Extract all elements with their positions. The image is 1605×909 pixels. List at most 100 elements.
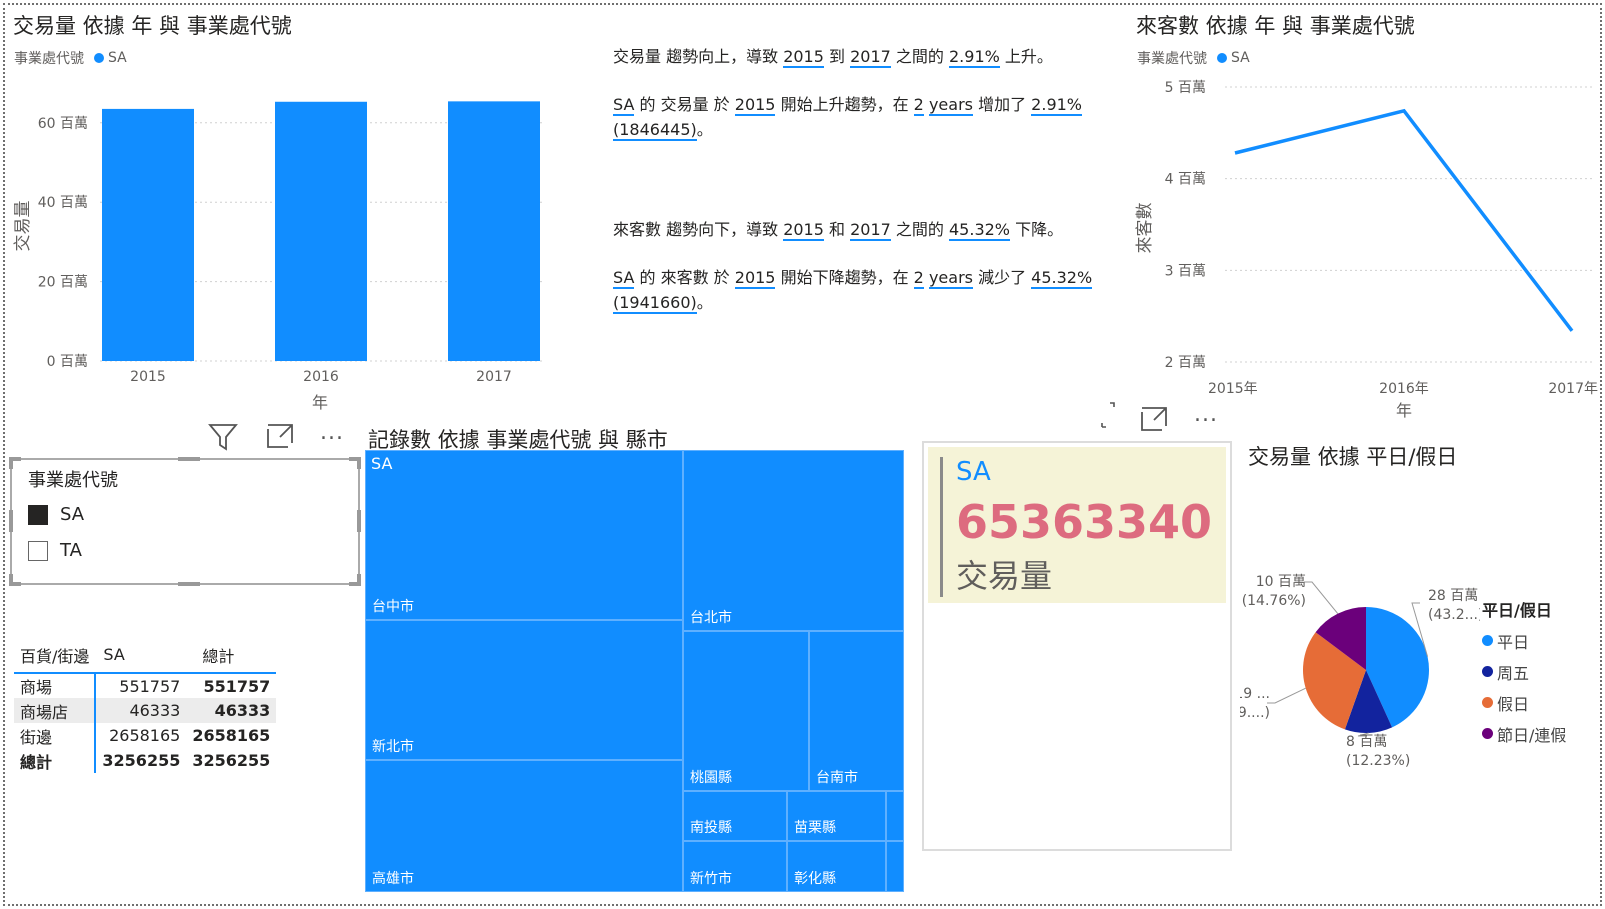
narrative-value: 2.91% xyxy=(1031,95,1082,116)
y-tick-label: 5 百萬 xyxy=(1165,80,1206,96)
row-label: 總計 xyxy=(14,748,97,773)
resize-handle[interactable] xyxy=(178,582,200,586)
slicer-item-ta[interactable]: TA xyxy=(28,540,82,561)
filter-icon[interactable] xyxy=(206,421,240,453)
x-tick-label: 2017年 xyxy=(1548,381,1598,397)
narrative-text: 下降。 xyxy=(1010,220,1064,239)
more-options-icon[interactable]: ... xyxy=(1194,402,1218,427)
slicer-item-label: TA xyxy=(60,540,82,561)
leader-line xyxy=(1267,687,1306,704)
table-row[interactable]: 商場店 46333 46333 xyxy=(14,698,277,723)
narrative-text: 增加了 xyxy=(972,95,1032,114)
y-axis-label: 來客數 xyxy=(1135,203,1155,254)
matrix-header[interactable]: 百貨/街邊 xyxy=(14,637,95,673)
resize-handle[interactable] xyxy=(9,457,13,469)
treemap-cell[interactable]: 新北市 xyxy=(365,620,683,760)
drill-icon[interactable] xyxy=(1098,400,1118,430)
focus-mode-icon[interactable] xyxy=(1138,404,1170,434)
table-row[interactable]: 街邊 2658165 2658165 xyxy=(14,723,276,748)
checkbox-checked-icon[interactable] xyxy=(28,504,48,525)
legend-dot xyxy=(94,53,104,63)
leader-line xyxy=(1304,581,1339,614)
narrative-value: 45.32% xyxy=(949,220,1011,241)
treemap-cell[interactable]: 台中市 xyxy=(365,450,683,620)
legend-item-festival[interactable]: 節日/連假 xyxy=(1482,718,1566,749)
row-label: 商場 xyxy=(14,672,97,698)
treemap-cell[interactable]: 苗栗縣 xyxy=(787,791,886,841)
legend-item-holiday[interactable]: 假日 xyxy=(1482,687,1566,718)
narrative-text: 減少了 xyxy=(972,268,1032,287)
line-chart-title: 來客數 依據 年 與 事業處代號 xyxy=(1136,14,1415,38)
narrative-p1: 交易量 趨勢向上，導致 2015 到 2017 之間的 2.91% 上升。 xyxy=(613,44,1113,69)
card-value: 65363340 xyxy=(956,495,1213,549)
treemap-cell[interactable]: 台南市 xyxy=(809,631,904,791)
legend-label: 事業處代號 xyxy=(14,51,84,67)
y-tick-label: 40 百萬 xyxy=(38,195,88,211)
cell-total: 2658165 xyxy=(192,726,271,745)
pie-data-pct: (43.2...) xyxy=(1428,607,1480,623)
resize-handle[interactable] xyxy=(357,457,361,469)
x-tick-label: 2015年 xyxy=(1208,381,1258,397)
table-row[interactable]: 商場 551757 551757 xyxy=(14,672,277,698)
narrative-p3: 來客數 趨勢向下，導致 2015 和 2017 之間的 45.32% 下降。 xyxy=(613,217,1113,242)
bar xyxy=(275,101,367,361)
x-tick-label: 2017 xyxy=(476,369,512,385)
legend-item-friday[interactable]: 周五 xyxy=(1482,656,1566,687)
narrative-text: 。 xyxy=(696,120,713,139)
row-label: 商場店 xyxy=(14,698,97,723)
more-options-icon[interactable]: ... xyxy=(320,420,344,445)
focus-mode-icon[interactable] xyxy=(264,421,296,451)
treemap-cell[interactable]: 桃園縣 xyxy=(683,631,809,791)
legend-item[interactable]: SA xyxy=(1231,50,1250,66)
treemap-cell[interactable]: 南投縣 xyxy=(683,791,787,841)
treemap: SA 台中市 新北市 高雄市 台北市 桃園縣 台南市 南投縣 苗栗縣 新竹市 彰… xyxy=(365,450,904,892)
resize-handle[interactable] xyxy=(357,510,361,532)
x-tick-label: 2016 xyxy=(303,369,339,385)
cell-sa: 2658165 xyxy=(109,726,181,745)
card-content: SA 65363340 交易量 xyxy=(928,447,1226,603)
legend-item-weekday[interactable]: 平日 xyxy=(1482,625,1566,656)
pie-legend: 平日/假日 平日 周五 假日 節日/連假 xyxy=(1482,597,1566,749)
y-tick-label: 20 百萬 xyxy=(38,275,88,291)
matrix-header[interactable]: SA xyxy=(95,637,186,673)
bar xyxy=(102,108,194,361)
bar-chart-legend: 事業處代號 SA xyxy=(14,48,127,68)
treemap-cell[interactable]: 台北市 xyxy=(683,450,904,631)
cell-sa: 551757 xyxy=(95,672,187,698)
narrative-text: 交易量 趨勢向上，導致 xyxy=(613,47,784,66)
cell-total: 46333 xyxy=(186,698,277,723)
checkbox-unchecked-icon[interactable] xyxy=(28,540,48,561)
narrative-text: 的 交易量 於 xyxy=(634,95,735,114)
narrative-text: 開始上升趨勢，在 xyxy=(775,95,914,114)
table-total-row[interactable]: 總計 3256255 3256255 xyxy=(14,748,276,773)
legend-item[interactable]: SA xyxy=(108,50,127,66)
matrix-table: 百貨/街邊 SA 總計 商場 551757 551757 商場店 46333 4… xyxy=(14,637,277,773)
kpi-card[interactable]: SA 65363340 交易量 xyxy=(922,441,1232,851)
narrative-value: 2015 xyxy=(734,95,776,116)
resize-handle[interactable] xyxy=(178,457,200,461)
narrative-value: years xyxy=(928,268,973,289)
resize-handle[interactable] xyxy=(9,510,13,532)
x-axis-label: 年 xyxy=(1396,401,1412,420)
treemap-cell[interactable]: 新竹市 xyxy=(683,841,787,892)
y-tick-label: 3 百萬 xyxy=(1165,263,1206,279)
pie-data-label: 8 百萬 xyxy=(1346,734,1387,750)
narrative-value: 2 xyxy=(913,268,924,289)
matrix-header[interactable]: 總計 xyxy=(186,637,276,673)
cell-total: 551757 xyxy=(186,672,277,698)
pie-data-pct: (14.76%) xyxy=(1242,593,1306,609)
treemap-cell[interactable] xyxy=(886,841,904,892)
treemap-cell[interactable] xyxy=(886,791,904,841)
resize-handle[interactable] xyxy=(357,574,361,586)
treemap-cell[interactable]: 高雄市 xyxy=(365,760,683,892)
treemap-cell[interactable]: 彰化縣 xyxy=(787,841,886,892)
resize-handle[interactable] xyxy=(9,574,13,586)
narrative-value: SA xyxy=(613,95,635,116)
slicer-item-sa[interactable]: SA xyxy=(28,504,84,525)
bar xyxy=(448,101,540,361)
smart-narrative: 交易量 趨勢向上，導致 2015 到 2017 之間的 2.91% 上升。 SA… xyxy=(613,44,1113,315)
narrative-value: 2015 xyxy=(734,268,776,289)
row-label: 街邊 xyxy=(14,723,97,748)
bar-chart: 0 百萬 20 百萬 40 百萬 60 百萬 2015 2016 2017 交易量年 xyxy=(13,101,545,410)
y-tick-label: 4 百萬 xyxy=(1165,172,1206,188)
